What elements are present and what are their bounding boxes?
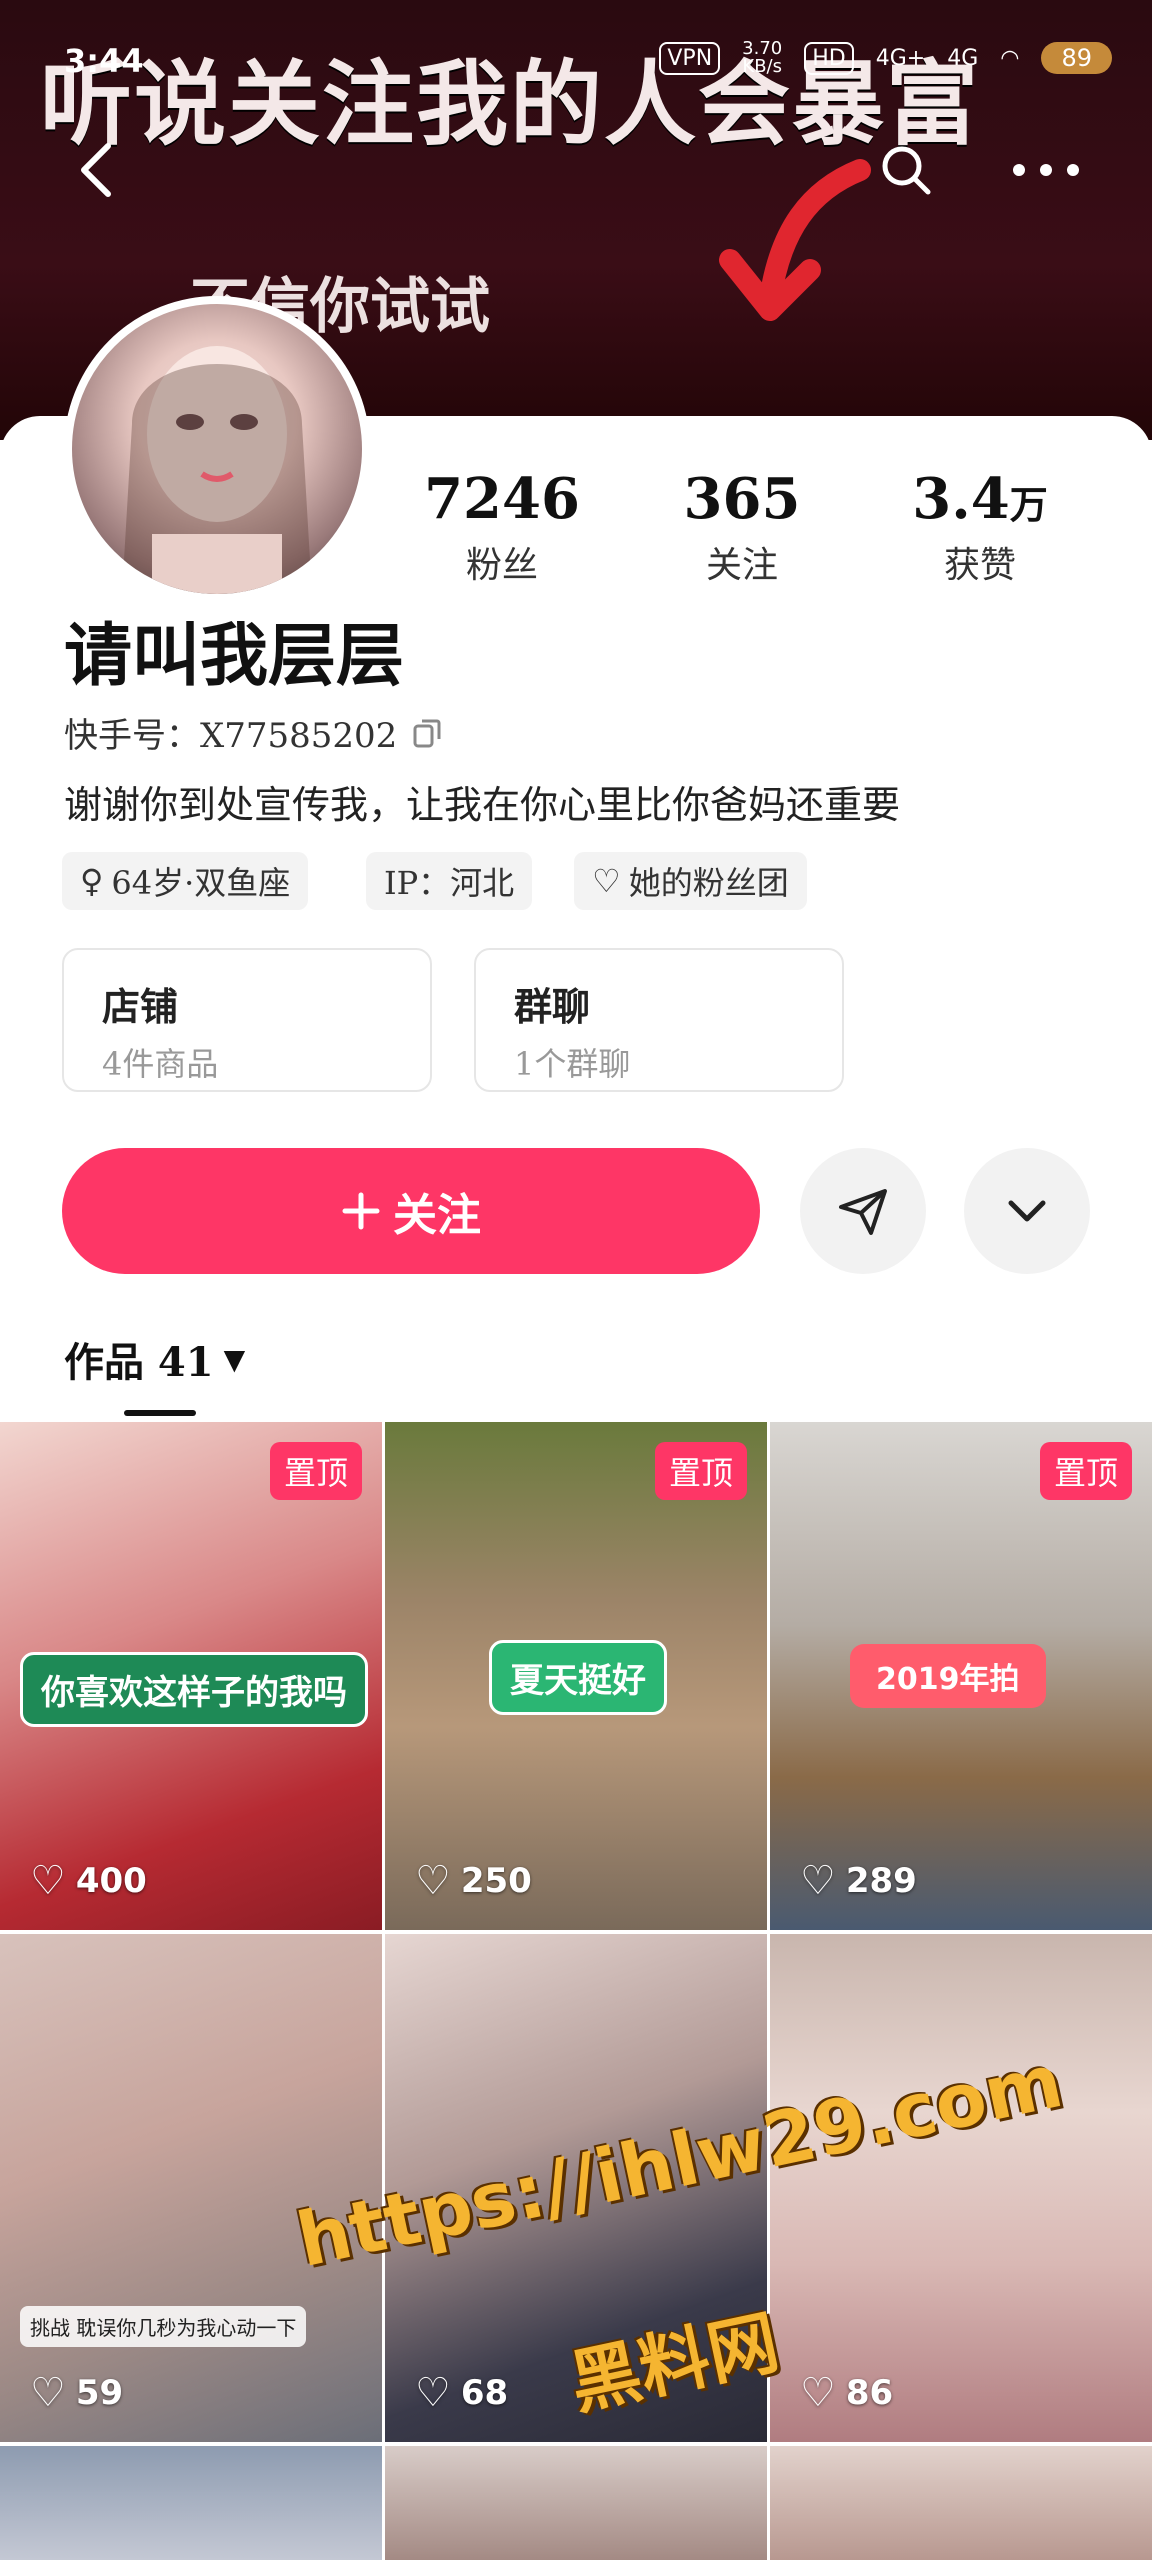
tag-fan-group-label: 她的粉丝团	[628, 864, 789, 902]
group-chat-subtitle: 1个群聊	[514, 1045, 631, 1083]
status-time: 3:44	[64, 42, 144, 80]
group-chat-entry[interactable]: 群聊 1个群聊	[474, 948, 844, 1092]
follow-label: 关注	[393, 1190, 481, 1241]
like-count-row: ♡ 86	[800, 2370, 893, 2416]
followers-count: 7246	[424, 466, 580, 532]
bio: 谢谢你到处宣传我，让我在你心里比你爸妈还重要	[64, 783, 901, 827]
chevron-down-icon	[1008, 1200, 1046, 1222]
video-thumbnail[interactable]: 置顶 夏天挺好 ♡ 250	[385, 1422, 767, 1930]
tag-age-sign: ♀ 64岁·双鱼座	[62, 852, 309, 910]
heart-icon: ♡	[800, 1858, 836, 1904]
back-arrow-icon	[81, 143, 111, 197]
copy-icon[interactable]	[411, 717, 443, 749]
more-button[interactable]	[1006, 130, 1086, 210]
like-count: 59	[75, 2373, 124, 2413]
following-count: 365	[683, 466, 801, 532]
pinned-badge: 置顶	[654, 1442, 747, 1500]
video-caption: 你喜欢这样子的我吗	[20, 1652, 368, 1727]
like-count: 68	[460, 2373, 509, 2413]
likes-unit: 万	[1009, 482, 1048, 527]
kuaishou-id-row: 快手号：X77585202	[64, 708, 443, 757]
red-arrow-icon	[719, 159, 871, 321]
tag-ip-label: IP：河北	[384, 864, 515, 902]
shop-entry[interactable]: 店铺 4件商品	[62, 948, 432, 1092]
vpn-indicator: VPN	[659, 41, 721, 75]
heart-icon: ♡	[800, 2370, 836, 2416]
message-button[interactable]	[800, 1148, 926, 1274]
like-count-row: ♡ 289	[800, 1858, 917, 1904]
heart-icon: ♡	[415, 2370, 451, 2416]
plus-icon	[342, 1192, 380, 1230]
video-thumbnail[interactable]: 置顶 你喜欢这样子的我吗 ♡ 400	[0, 1422, 382, 1930]
stat-followers[interactable]: 7246 粉丝	[402, 466, 602, 588]
likes-label: 获赞	[943, 545, 1016, 586]
avatar-portrait	[122, 346, 312, 594]
video-caption: 夏天挺好	[489, 1640, 667, 1715]
stat-following[interactable]: 365 关注	[642, 466, 842, 588]
followers-label: 粉丝	[465, 545, 538, 586]
video-caption: 2019年拍	[850, 1644, 1046, 1708]
signal-4g-plus: 4G+	[875, 45, 926, 71]
works-label: 作品 41	[64, 1339, 214, 1386]
nickname: 请叫我层层	[64, 616, 405, 696]
hd-indicator: HD	[804, 41, 854, 75]
more-dots-icon	[1013, 164, 1079, 176]
heart-icon: ♡	[415, 1858, 451, 1904]
heart-outline-icon: ♡	[592, 862, 621, 900]
status-icons: VPN 3.70 KB/s HD 4G+ 4G ◠ 89	[659, 40, 1112, 76]
like-count-row: ♡ 250	[415, 1858, 532, 1904]
like-count: 400	[75, 1861, 147, 1901]
stat-likes[interactable]: 3.4万 获赞	[880, 466, 1080, 588]
tag-fan-group[interactable]: ♡ 她的粉丝团	[574, 852, 807, 910]
back-button[interactable]	[56, 130, 136, 210]
wifi-icon: ◠	[1000, 45, 1020, 71]
battery-level: 89	[1041, 42, 1112, 74]
send-icon	[839, 1189, 887, 1235]
follow-button[interactable]: 关注	[62, 1148, 760, 1274]
video-thumbnail[interactable]: 置顶 2019年拍 ♡ 289	[770, 1422, 1152, 1930]
search-icon	[882, 146, 931, 195]
caret-down-icon: ▼	[223, 1342, 246, 1376]
like-count-row: ♡ 68	[415, 2370, 508, 2416]
shop-subtitle: 4件商品	[102, 1045, 219, 1083]
video-thumbnail[interactable]	[385, 2446, 767, 2560]
video-thumbnail[interactable]: ♡ 86	[770, 1934, 1152, 2442]
female-icon: ♀	[80, 862, 104, 900]
avatar[interactable]	[64, 296, 370, 602]
like-count: 250	[460, 1861, 532, 1901]
heart-icon: ♡	[30, 2370, 66, 2416]
tab-underline	[124, 1410, 196, 1416]
like-count-row: ♡ 59	[30, 2370, 123, 2416]
video-thumbnail[interactable]: 挑战 耽误你几秒为我心动一下 ♡ 59	[0, 1934, 382, 2442]
video-thumbnail[interactable]	[770, 2446, 1152, 2560]
pinned-badge: 置顶	[269, 1442, 362, 1500]
likes-count: 3.4	[912, 466, 1010, 532]
signal-4g: 4G	[947, 45, 979, 71]
video-thumbnail[interactable]	[0, 2446, 382, 2560]
tag-age-sign-label: 64岁·双鱼座	[111, 864, 291, 902]
following-label: 关注	[705, 545, 778, 586]
like-count: 86	[845, 2373, 894, 2413]
like-count: 289	[845, 1861, 917, 1901]
group-chat-title: 群聊	[514, 984, 591, 1029]
heart-icon: ♡	[30, 1858, 66, 1904]
like-count-row: ♡ 400	[30, 1858, 147, 1904]
kuaishou-id: 快手号：X77585202	[64, 716, 398, 756]
network-speed: 3.70 KB/s	[742, 38, 783, 77]
tab-works[interactable]: 作品 41 ▼	[64, 1330, 245, 1388]
tag-ip: IP：河北	[366, 852, 533, 910]
search-button[interactable]	[866, 130, 946, 210]
shop-title: 店铺	[102, 984, 179, 1029]
video-caption: 挑战 耽误你几秒为我心动一下	[20, 2306, 307, 2347]
pinned-badge: 置顶	[1039, 1442, 1132, 1500]
expand-button[interactable]	[964, 1148, 1090, 1274]
